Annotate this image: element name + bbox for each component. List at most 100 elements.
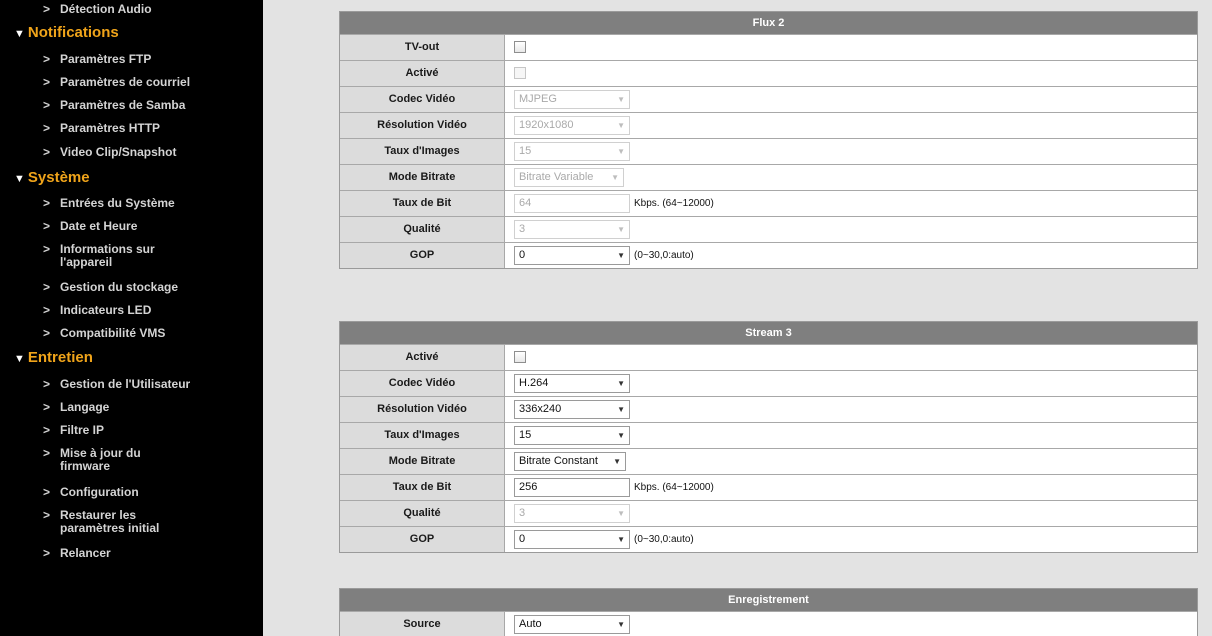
sidebar-item-reboot[interactable]: > Relancer xyxy=(43,547,111,560)
sidebar-item-audio-detection[interactable]: > Détection Audio xyxy=(43,3,152,16)
stream3-panel: Stream 3 Activé Codec Vidéo H.264 ▼ Résol… xyxy=(339,321,1198,553)
bitrate-mode-select[interactable]: Bitrate Variable ▼ xyxy=(514,168,624,187)
dropdown-arrow-icon: ▼ xyxy=(617,431,625,440)
sidebar-item-led[interactable]: > Indicateurs LED xyxy=(43,304,151,317)
dropdown-arrow-icon: ▼ xyxy=(617,251,625,260)
dropdown-arrow-icon: ▼ xyxy=(617,147,625,156)
row-label: Source xyxy=(340,612,505,636)
dropdown-arrow-icon: ▼ xyxy=(617,379,625,388)
flux2-row-framerate: Taux d'Images 15 ▼ xyxy=(340,138,1197,164)
flux2-header: Flux 2 xyxy=(340,12,1197,34)
row-label: GOP xyxy=(340,243,505,268)
sidebar-item-configuration[interactable]: > Configuration xyxy=(43,486,139,499)
triangle-down-icon: ▼ xyxy=(14,353,25,365)
framerate-select[interactable]: 15 ▼ xyxy=(514,142,630,161)
row-label: Mode Bitrate xyxy=(340,165,505,190)
sidebar-item-email[interactable]: > Paramètres de courriel xyxy=(43,76,190,89)
row-label: Activé xyxy=(340,61,505,86)
chevron-right-icon: > xyxy=(43,219,51,233)
chevron-right-icon: > xyxy=(43,485,51,499)
sidebar-item-device-info[interactable]: > Informations sur l'appareil xyxy=(43,243,193,269)
stream3-row-resolution: Résolution Vidéo 336x240 ▼ xyxy=(340,396,1197,422)
sidebar-item-samba[interactable]: > Paramètres de Samba xyxy=(43,99,185,112)
active-checkbox[interactable] xyxy=(514,351,526,363)
stream3-header: Stream 3 xyxy=(340,322,1197,344)
dropdown-arrow-icon: ▼ xyxy=(617,121,625,130)
recording-header: Enregistrement xyxy=(340,589,1197,611)
stream3-row-codec: Codec Vidéo H.264 ▼ xyxy=(340,370,1197,396)
sidebar: > Détection Audio ▼ Notifications > Paramè… xyxy=(0,0,263,636)
dropdown-arrow-icon: ▼ xyxy=(617,225,625,234)
row-label: Codec Vidéo xyxy=(340,87,505,112)
flux2-row-tv-out: TV-out xyxy=(340,34,1197,60)
dropdown-arrow-icon: ▼ xyxy=(617,509,625,518)
sidebar-item-video-clip[interactable]: > Video Clip/Snapshot xyxy=(43,146,176,159)
sidebar-item-ip-filter[interactable]: > Filtre IP xyxy=(43,424,104,437)
row-label: Résolution Vidéo xyxy=(340,113,505,138)
codec-select[interactable]: MJPEG ▼ xyxy=(514,90,630,109)
section-systeme[interactable]: ▼ Système xyxy=(14,169,90,188)
sidebar-item-system-inputs[interactable]: > Entrées du Système xyxy=(43,197,175,210)
sidebar-item-http[interactable]: > Paramètres HTTP xyxy=(43,122,160,135)
chevron-right-icon: > xyxy=(43,326,51,340)
flux2-row-quality: Qualité 3 ▼ xyxy=(340,216,1197,242)
dropdown-arrow-icon: ▼ xyxy=(613,457,621,466)
chevron-right-icon: > xyxy=(43,303,51,317)
row-label: Résolution Vidéo xyxy=(340,397,505,422)
dropdown-arrow-icon: ▼ xyxy=(617,405,625,414)
sidebar-item-vms[interactable]: > Compatibilité VMS xyxy=(43,327,165,340)
chevron-right-icon: > xyxy=(43,400,51,414)
chevron-right-icon: > xyxy=(43,121,51,135)
tv-out-checkbox[interactable] xyxy=(514,41,526,53)
gop-hint: (0~30,0:auto) xyxy=(634,250,694,261)
sidebar-item-language[interactable]: > Langage xyxy=(43,401,109,414)
chevron-right-icon: > xyxy=(43,280,51,294)
row-label: Mode Bitrate xyxy=(340,449,505,474)
chevron-right-icon: > xyxy=(43,242,51,256)
section-entretien[interactable]: ▼ Entretien xyxy=(14,349,93,368)
row-label: Activé xyxy=(340,345,505,370)
sidebar-item-ftp[interactable]: > Paramètres FTP xyxy=(43,53,151,66)
stream3-row-quality: Qualité 3 ▼ xyxy=(340,500,1197,526)
dropdown-arrow-icon: ▼ xyxy=(617,535,625,544)
row-label: Taux de Bit xyxy=(340,191,505,216)
bitrate-mode-select[interactable]: Bitrate Constant ▼ xyxy=(514,452,626,471)
chevron-right-icon: > xyxy=(43,546,51,560)
bitrate-input[interactable]: 256 xyxy=(514,478,630,497)
dropdown-arrow-icon: ▼ xyxy=(611,173,619,182)
sidebar-item-users[interactable]: > Gestion de l'Utilisateur xyxy=(43,378,190,391)
triangle-down-icon: ▼ xyxy=(14,28,25,40)
source-select[interactable]: Auto ▼ xyxy=(514,615,630,634)
chevron-right-icon: > xyxy=(43,52,51,66)
row-label: Codec Vidéo xyxy=(340,371,505,396)
section-notifications[interactable]: ▼ Notifications xyxy=(14,24,119,43)
gop-select[interactable]: 0 ▼ xyxy=(514,246,630,265)
sidebar-item-date-time[interactable]: > Date et Heure xyxy=(43,220,137,233)
sidebar-item-firmware[interactable]: > Mise à jour du firmware xyxy=(43,447,173,473)
triangle-down-icon: ▼ xyxy=(14,173,25,185)
chevron-right-icon: > xyxy=(43,98,51,112)
sidebar-item-factory-reset[interactable]: > Restaurer les paramètres initial xyxy=(43,509,203,535)
resolution-select[interactable]: 1920x1080 ▼ xyxy=(514,116,630,135)
stream3-row-active: Activé xyxy=(340,344,1197,370)
framerate-select[interactable]: 15 ▼ xyxy=(514,426,630,445)
row-label: Qualité xyxy=(340,217,505,242)
codec-select[interactable]: H.264 ▼ xyxy=(514,374,630,393)
bitrate-input[interactable]: 64 xyxy=(514,194,630,213)
stream3-row-bitrate-mode: Mode Bitrate Bitrate Constant ▼ xyxy=(340,448,1197,474)
row-label: Taux de Bit xyxy=(340,475,505,500)
dropdown-arrow-icon: ▼ xyxy=(617,620,625,629)
chevron-right-icon: > xyxy=(43,145,51,159)
chevron-right-icon: > xyxy=(43,75,51,89)
quality-select[interactable]: 3 ▼ xyxy=(514,220,630,239)
stream3-row-framerate: Taux d'Images 15 ▼ xyxy=(340,422,1197,448)
recording-row-source: Source Auto ▼ xyxy=(340,611,1197,636)
flux2-row-codec: Codec Vidéo MJPEG ▼ xyxy=(340,86,1197,112)
quality-select[interactable]: 3 ▼ xyxy=(514,504,630,523)
resolution-select[interactable]: 336x240 ▼ xyxy=(514,400,630,419)
gop-select[interactable]: 0 ▼ xyxy=(514,530,630,549)
sidebar-item-storage[interactable]: > Gestion du stockage xyxy=(43,281,178,294)
active-checkbox[interactable] xyxy=(514,67,526,79)
chevron-right-icon: > xyxy=(43,423,51,437)
chevron-right-icon: > xyxy=(43,2,51,16)
